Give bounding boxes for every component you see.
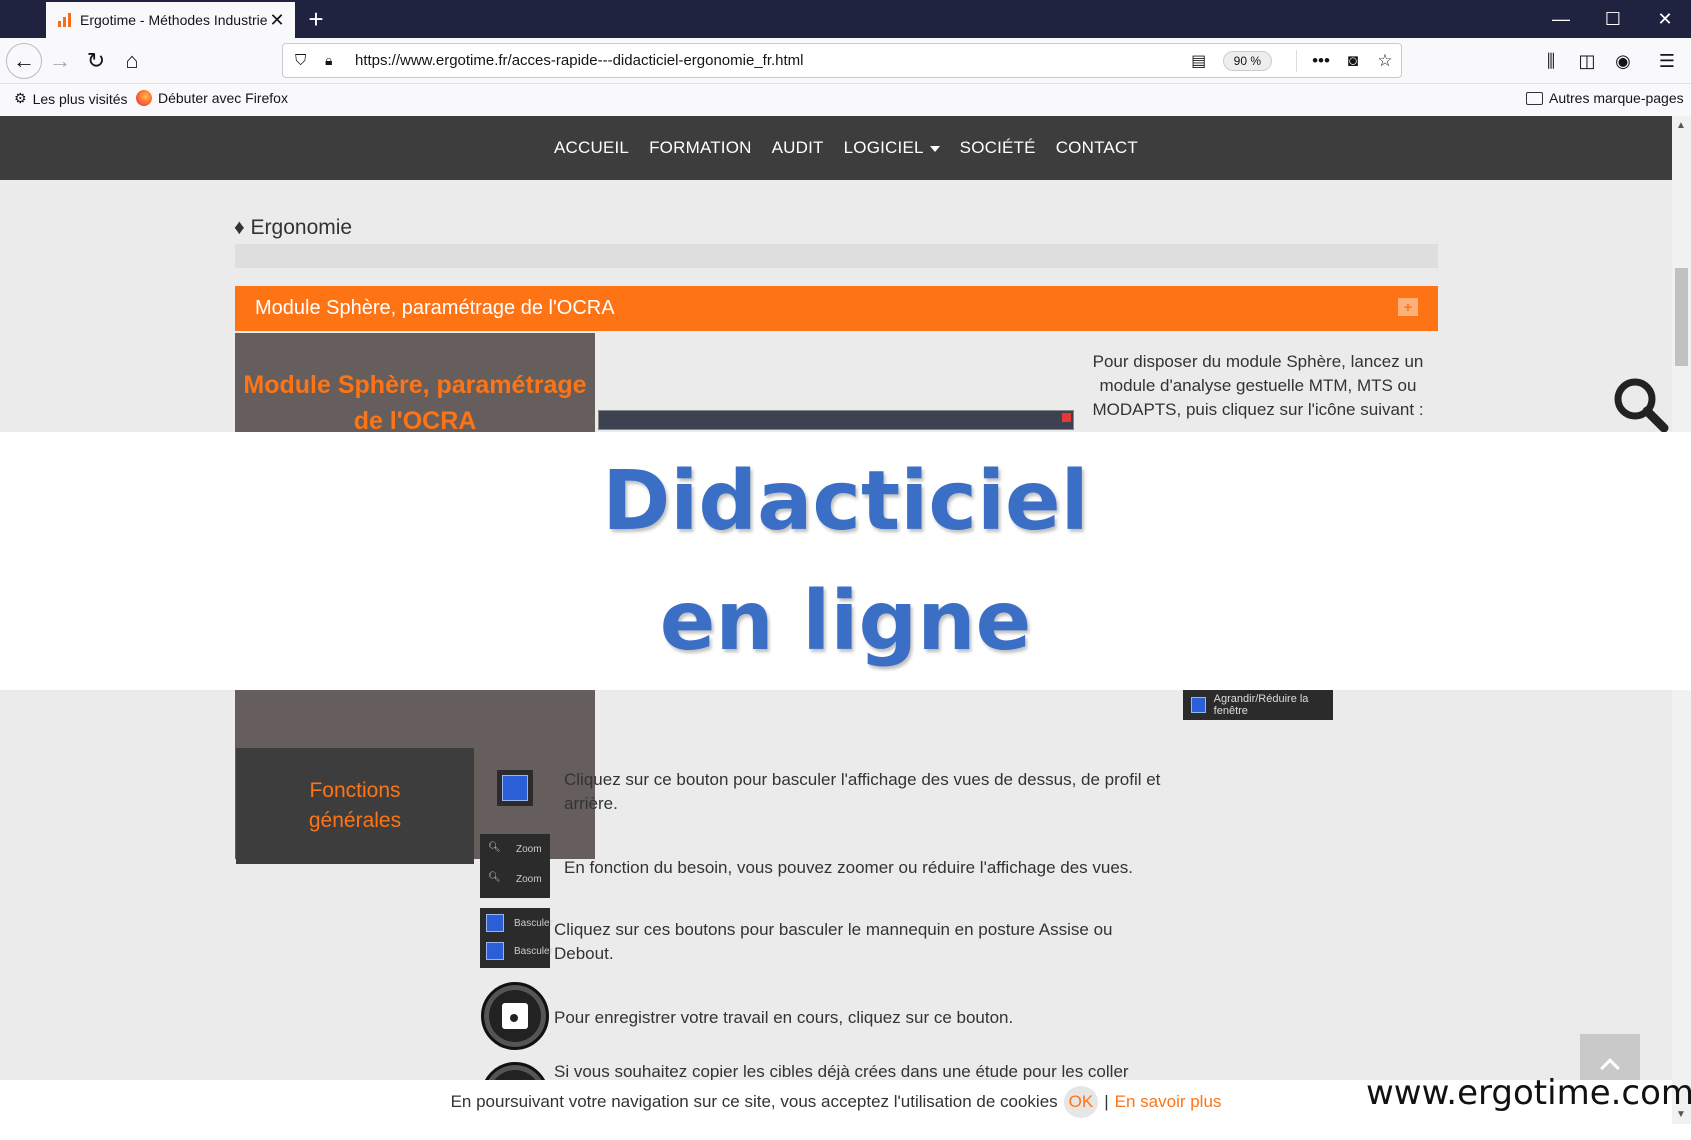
url-text[interactable]: https://www.ergotime.fr/acces-rapide---d…	[355, 52, 1185, 69]
search-icon[interactable]	[1610, 374, 1670, 434]
basculer-label: Basculer	[514, 946, 553, 957]
maximize-icon[interactable]: ☐	[1588, 0, 1638, 38]
feature-text-posture: Cliquez sur ces boutons pour basculer le…	[554, 920, 1113, 963]
caret-down-icon	[929, 145, 940, 152]
breadcrumb[interactable]: ♦ Ergonomie	[234, 216, 352, 240]
menu-icon[interactable]: ☰	[1650, 44, 1684, 78]
zoom-label: Zoom	[516, 874, 542, 885]
bookmark-most-visited[interactable]: ⚙ Les plus visités	[14, 90, 128, 107]
tab-title: Ergotime - Méthodes Industriel	[80, 12, 267, 28]
overlay-title-line1: Didacticiel	[602, 454, 1089, 549]
new-tab-icon[interactable]: +	[302, 4, 330, 34]
close-window-icon[interactable]: ✕	[1640, 0, 1690, 38]
feature-text-zoom: En fonction du besoin, vous pouvez zoome…	[564, 858, 1134, 877]
close-tab-icon[interactable]: ✕	[267, 10, 287, 31]
folder-icon	[1526, 91, 1543, 105]
switch-view-button-image	[497, 770, 533, 806]
star-icon[interactable]: ☆	[1369, 51, 1401, 71]
forward-arrow-icon[interactable]: →	[42, 43, 78, 79]
accordion-header[interactable]: Module Sphère, paramétrage de l'OCRA +	[235, 286, 1438, 331]
watermark-url: www.ergotime.com	[1366, 1073, 1691, 1113]
library-icon[interactable]: ⫼	[1534, 44, 1568, 78]
cookie-separator: |	[1104, 1092, 1109, 1111]
nav-audit[interactable]: AUDIT	[772, 138, 824, 158]
general-functions-title-1: Fonctions	[309, 779, 401, 802]
magnifier-icon: 🔍︎	[488, 872, 501, 883]
scroll-up-arrow-icon[interactable]: ▲	[1676, 120, 1686, 131]
other-bookmarks-label: Autres marque-pages	[1549, 90, 1684, 106]
general-functions-title-2: générales	[308, 809, 402, 832]
browser-tab[interactable]: Ergotime - Méthodes Industriel ✕	[46, 2, 295, 38]
cookie-learn-more-link[interactable]: En savoir plus	[1115, 1092, 1222, 1112]
seated-posture-icon	[486, 914, 504, 932]
resize-button-label: Agrandir/Réduire la fenêtre	[1213, 693, 1309, 717]
nav-formation[interactable]: FORMATION	[649, 138, 752, 158]
expand-plus-icon[interactable]: +	[1398, 298, 1418, 316]
overlay-title-line2: en ligne	[659, 574, 1032, 669]
account-icon[interactable]: ◉	[1606, 44, 1640, 78]
tab-bar: Ergotime - Méthodes Industriel ✕ + — ☐ ✕	[0, 0, 1691, 38]
module-screenshot-image	[598, 410, 1074, 430]
lock-icon[interactable]: 🔒︎	[325, 52, 347, 69]
bookmark-label: Les plus visités	[32, 90, 128, 107]
nav-logiciel[interactable]: LOGICIEL	[844, 138, 924, 157]
scrollbar-thumb[interactable]	[1675, 268, 1688, 366]
magnifier-icon: 🔍︎	[488, 842, 501, 853]
nav-logiciel-wrapper[interactable]: LOGICIEL	[844, 138, 940, 158]
general-functions-block: Fonctions générales	[236, 748, 474, 864]
back-arrow-icon[interactable]: ←	[6, 43, 42, 79]
navigation-toolbar: ← → ↻ ⌂ ⛉ 🔒︎ https://www.ergotime.fr/acc…	[0, 38, 1691, 84]
other-bookmarks[interactable]: Autres marque-pages	[1526, 90, 1684, 106]
zoom-label: Zoom	[516, 844, 542, 855]
accordion-title: Module Sphère, paramétrage de l'OCRA	[255, 297, 615, 319]
ergotime-favicon-icon	[58, 13, 72, 27]
bookmark-label: Débuter avec Firefox	[158, 90, 288, 106]
module-title: Module Sphère, paramétrage de l'OCRA	[243, 371, 587, 435]
reader-view-icon[interactable]: ▤	[1185, 51, 1213, 71]
feature-text-save: Pour enregistrer votre travail en cours,…	[554, 1008, 1014, 1027]
module-intro-text: Pour disposer du module Sphère, lancez u…	[1092, 352, 1424, 419]
standing-posture-icon	[486, 942, 504, 960]
cookie-ok-button[interactable]: OK	[1063, 1086, 1099, 1118]
close-icon	[1062, 413, 1071, 422]
gray-divider-bar	[235, 244, 1438, 268]
nav-societe[interactable]: SOCIÉTÉ	[960, 138, 1036, 158]
minimize-icon[interactable]: —	[1536, 0, 1586, 38]
nav-accueil[interactable]: ACCUEIL	[554, 138, 629, 158]
zoom-buttons-image: 🔍︎ Zoom 🔍︎ Zoom	[480, 834, 550, 898]
resize-icon	[1191, 697, 1206, 713]
reload-icon[interactable]: ↻	[78, 43, 114, 79]
save-icon	[481, 982, 549, 1050]
zoom-level[interactable]: 90 %	[1222, 50, 1272, 71]
refresh-icon	[502, 775, 528, 801]
more-actions-icon[interactable]: •••	[1305, 51, 1337, 71]
site-navigation: ACCUEIL FORMATION AUDIT LOGICIEL SOCIÉTÉ…	[0, 116, 1672, 180]
pocket-icon[interactable]: ◙	[1337, 51, 1369, 71]
url-bar[interactable]: ⛉ 🔒︎ https://www.ergotime.fr/acces-rapid…	[282, 43, 1402, 78]
bookmark-getting-started[interactable]: Débuter avec Firefox	[136, 90, 288, 106]
feature-text-switch-view: Cliquez sur ce bouton pour basculer l'af…	[564, 770, 1161, 813]
gear-icon: ⚙	[14, 90, 27, 106]
nav-contact[interactable]: CONTACT	[1056, 138, 1138, 158]
sidebar-icon[interactable]: ◫	[1570, 44, 1604, 78]
shield-icon[interactable]: ⛉	[295, 52, 317, 69]
home-icon[interactable]: ⌂	[114, 43, 150, 79]
firefox-logo-icon	[136, 90, 152, 106]
basculer-buttons-image: Basculer Basculer	[480, 908, 553, 968]
divider	[1296, 49, 1297, 72]
resize-window-button-image: Agrandir/Réduire la fenêtre	[1183, 690, 1333, 720]
basculer-label: Basculer	[514, 918, 553, 929]
tutorial-overlay-banner: Didacticiel en ligne	[0, 432, 1691, 690]
cookie-text: En poursuivant votre navigation sur ce s…	[450, 1092, 1058, 1111]
bookmarks-toolbar: ⚙ Les plus visités Débuter avec Firefox …	[0, 84, 1691, 116]
